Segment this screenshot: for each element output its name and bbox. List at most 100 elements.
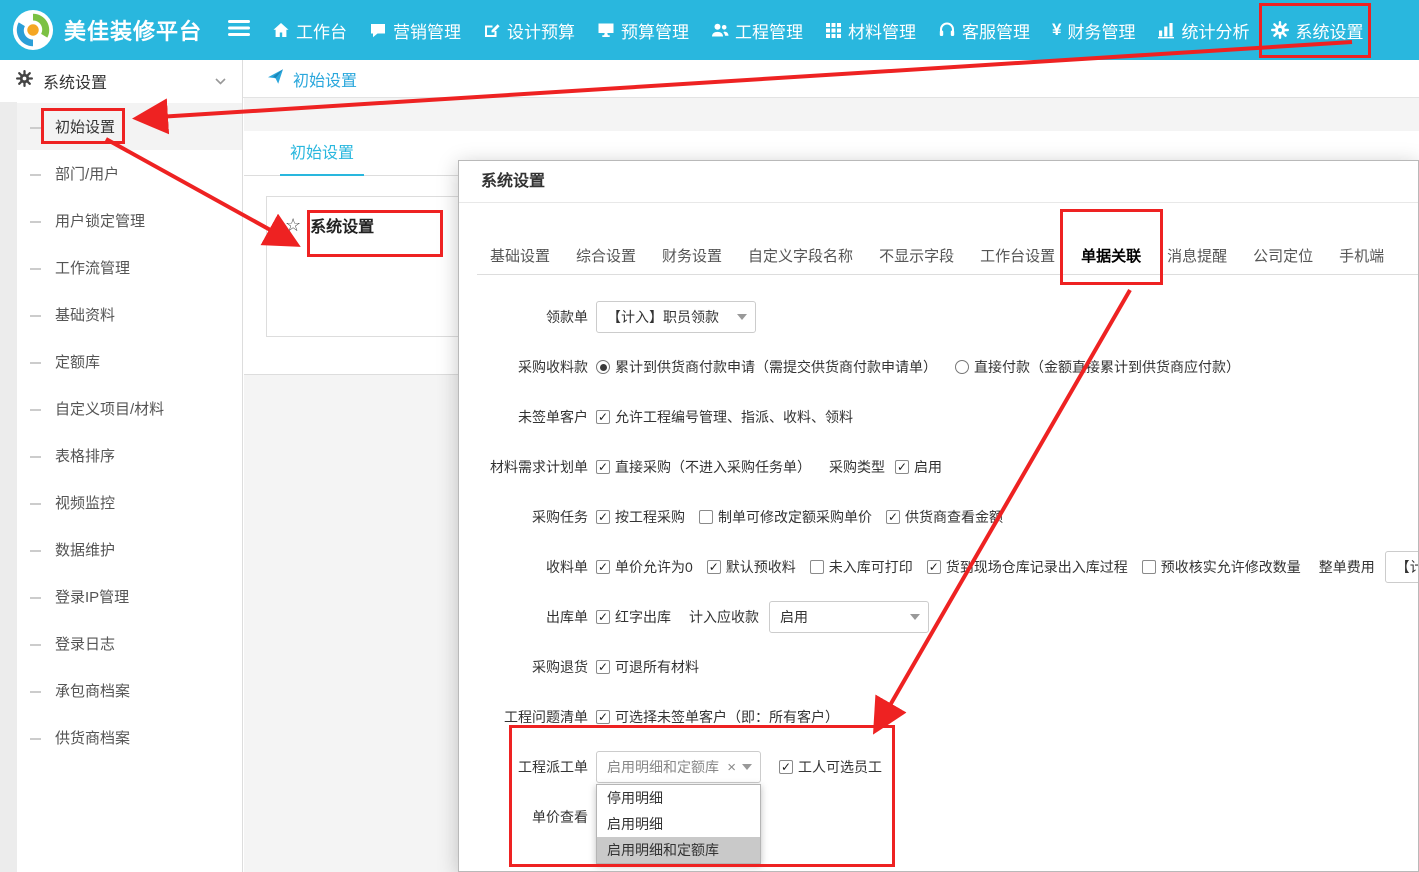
checkbox-icon: ✓ <box>596 710 610 724</box>
nav-label: 客服管理 <box>962 18 1030 43</box>
checkbox-red-outbound[interactable]: ✓ 红字出库 <box>596 607 671 627</box>
checkbox-return-all-materials[interactable]: ✓ 可退所有材料 <box>596 657 699 677</box>
nav-item-marketing[interactable]: 营销管理 <box>369 18 461 43</box>
caret-down-icon <box>737 314 747 320</box>
checkbox-print-before-storage[interactable]: 未入库可打印 <box>810 557 913 577</box>
checkbox-allow-project-number[interactable]: ✓ 允许工程编号管理、指派、收料、领料 <box>596 407 853 427</box>
breadcrumb-current[interactable]: 初始设置 <box>293 67 357 91</box>
sidebar-item-custom-items[interactable]: 自定义项目/材料 <box>17 385 242 432</box>
checkbox-direct-purchase[interactable]: ✓ 直接采购（不进入采购任务单） <box>596 457 811 477</box>
dialog-tab-workbench[interactable]: 工作台设置 <box>967 237 1068 274</box>
sidebar-item-departments[interactable]: 部门/用户 <box>17 150 242 197</box>
sidebar-item-login-ip[interactable]: 登录IP管理 <box>17 573 242 620</box>
caret-down-icon <box>742 764 752 770</box>
edit-icon <box>483 21 501 39</box>
nav-label: 设计预算 <box>507 18 575 43</box>
dropdown-option-disable-detail[interactable]: 停用明细 <box>597 785 760 811</box>
nav-label: 预算管理 <box>621 18 689 43</box>
form-row-gongchengwenti: 工程问题清单 ✓ 可选择未签单客户（即：所有客户） <box>459 701 1418 733</box>
nav-item-finance[interactable]: ¥ 财务管理 <box>1052 18 1135 43</box>
nav-item-service[interactable]: 客服管理 <box>938 18 1030 43</box>
lingkuandan-select[interactable]: 【计入】职员领款 <box>596 301 756 333</box>
checkbox-purchase-type-enable[interactable]: ✓ 启用 <box>895 457 942 477</box>
sidebar-item-label: 自定义项目/材料 <box>55 398 164 419</box>
radio-accumulate-to-supplier[interactable]: 累计到供货商付款申请（需提交供货商付款申请单） <box>596 357 937 377</box>
paigongdan-select[interactable]: 启用明细和定额库 × <box>596 751 761 783</box>
sidebar-item-label: 初始设置 <box>55 116 115 137</box>
dialog-tab-notifications[interactable]: 消息提醒 <box>1154 237 1240 274</box>
checkbox-label: 允许工程编号管理、指派、收料、领料 <box>615 407 853 427</box>
paigongdan-select-wrap: 启用明细和定额库 × 停用明细 启用明细 启用明细和定额库 <box>596 751 761 783</box>
monitor-icon <box>597 21 615 39</box>
breadcrumb: 初始设置 <box>243 60 1419 98</box>
sidebar-item-workflow[interactable]: 工作流管理 <box>17 244 242 291</box>
gear-icon <box>16 70 33 92</box>
radio-label: 累计到供货商付款申请（需提交供货商付款申请单） <box>615 357 937 377</box>
nav-item-engineering[interactable]: 工程管理 <box>711 18 803 43</box>
checkbox-worker-select-employee[interactable]: ✓ 工人可选员工 <box>779 757 882 777</box>
dialog-form: 领款单 【计入】职员领款 采购收料款 累计到供货商付款申请（需提交供货商付款申请… <box>459 275 1418 833</box>
field-label: 材料需求计划单 <box>459 457 596 477</box>
nav-item-design-budget[interactable]: 设计预算 <box>483 18 575 43</box>
dropdown-option-enable-detail-quota[interactable]: 启用明细和定额库 <box>597 837 760 863</box>
sidebar-item-data-maintenance[interactable]: 数据维护 <box>17 526 242 573</box>
dialog-tab-general[interactable]: 综合设置 <box>563 237 649 274</box>
checkbox-site-warehouse-record[interactable]: ✓ 货到现场仓库记录出入库过程 <box>927 557 1128 577</box>
receivable-select[interactable]: 启用 <box>769 601 929 633</box>
checkbox-modify-quantity[interactable]: 预收核实允许修改数量 <box>1142 557 1301 577</box>
checkbox-icon <box>1142 560 1156 574</box>
dialog-tab-finance[interactable]: 财务设置 <box>649 237 735 274</box>
radio-direct-payment[interactable]: 直接付款（金额直接累计到供货商应付款） <box>955 357 1240 377</box>
checkbox-supplier-view-amount[interactable]: ✓ 供货商查看金额 <box>886 507 1003 527</box>
checkbox-price-zero[interactable]: ✓ 单价允许为0 <box>596 557 693 577</box>
checkbox-label: 单价允许为0 <box>615 557 693 577</box>
checkbox-modify-quota-price[interactable]: 制单可修改定额采购单价 <box>699 507 872 527</box>
dialog-tab-basic[interactable]: 基础设置 <box>477 237 563 274</box>
dialog-title: 系统设置 <box>459 161 1418 203</box>
nav-label: 统计分析 <box>1181 18 1249 43</box>
radio-off-icon <box>955 360 969 374</box>
sidebar-item-label: 表格排序 <box>55 445 115 466</box>
dialog-tab-document-links[interactable]: 单据关联 <box>1068 237 1154 274</box>
sidebar-item-contractor-archive[interactable]: 承包商档案 <box>17 667 242 714</box>
field-label: 未签单客户 <box>459 407 596 427</box>
sidebar-item-login-log[interactable]: 登录日志 <box>17 620 242 667</box>
sidebar-item-base-data[interactable]: 基础资料 <box>17 291 242 338</box>
form-row-caigoushouliaokuan: 采购收料款 累计到供货商付款申请（需提交供货商付款申请单） 直接付款（金额直接累… <box>459 351 1418 383</box>
sidebar-item-table-sort[interactable]: 表格排序 <box>17 432 242 479</box>
sidebar-item-initial-settings[interactable]: 初始设置 <box>17 103 242 150</box>
top-bar: 美佳装修平台 工作台 营销管理 设计预算 预算管理 工程管理 材料管理 <box>0 0 1419 60</box>
sidebar-item-label: 定额库 <box>55 351 100 372</box>
dialog-tab-hidden-fields[interactable]: 不显示字段 <box>866 237 967 274</box>
checkbox-purchase-by-project[interactable]: ✓ 按工程采购 <box>596 507 685 527</box>
radio-label: 直接付款（金额直接累计到供货商应付款） <box>974 357 1240 377</box>
dialog-tab-custom-fields[interactable]: 自定义字段名称 <box>735 237 866 274</box>
sidebar-item-user-lock[interactable]: 用户锁定管理 <box>17 197 242 244</box>
whole-order-fee-select[interactable]: 【计入 <box>1385 551 1419 583</box>
nav-item-material[interactable]: 材料管理 <box>825 18 916 43</box>
nav-item-budget[interactable]: 预算管理 <box>597 18 689 43</box>
sidebar-item-supplier-archive[interactable]: 供货商档案 <box>17 714 242 761</box>
tab-initial-settings[interactable]: 初始设置 <box>280 131 364 176</box>
nav-item-stats[interactable]: 统计分析 <box>1157 18 1249 43</box>
sidebar: 系统设置 初始设置 部门/用户 用户锁定管理 工作流管理 基础资料 定额库 自定… <box>0 60 243 872</box>
menu-toggle-icon[interactable] <box>228 20 250 41</box>
field-label: 工程派工单 <box>459 757 596 777</box>
sidebar-item-label: 登录IP管理 <box>55 586 129 607</box>
checkbox-label: 供货商查看金额 <box>905 507 1003 527</box>
checkbox-select-unsigned-customers[interactable]: ✓ 可选择未签单客户（即：所有客户） <box>596 707 839 727</box>
users-icon <box>711 21 729 39</box>
sidebar-item-video-monitor[interactable]: 视频监控 <box>17 479 242 526</box>
nav-item-settings[interactable]: 系统设置 <box>1271 18 1363 43</box>
sidebar-header[interactable]: 系统设置 <box>0 60 242 102</box>
dropdown-option-enable-detail[interactable]: 启用明细 <box>597 811 760 837</box>
chat-icon <box>369 21 387 39</box>
dialog-tab-company-location[interactable]: 公司定位 <box>1240 237 1326 274</box>
nav-label: 财务管理 <box>1067 18 1135 43</box>
checkbox-default-prereceive[interactable]: ✓ 默认预收料 <box>707 557 796 577</box>
dialog-tab-mobile[interactable]: 手机端 <box>1326 237 1397 274</box>
sidebar-item-quota-library[interactable]: 定额库 <box>17 338 242 385</box>
nav-item-workbench[interactable]: 工作台 <box>272 18 347 43</box>
clear-icon[interactable]: × <box>727 759 736 776</box>
chevron-down-icon <box>215 72 226 90</box>
